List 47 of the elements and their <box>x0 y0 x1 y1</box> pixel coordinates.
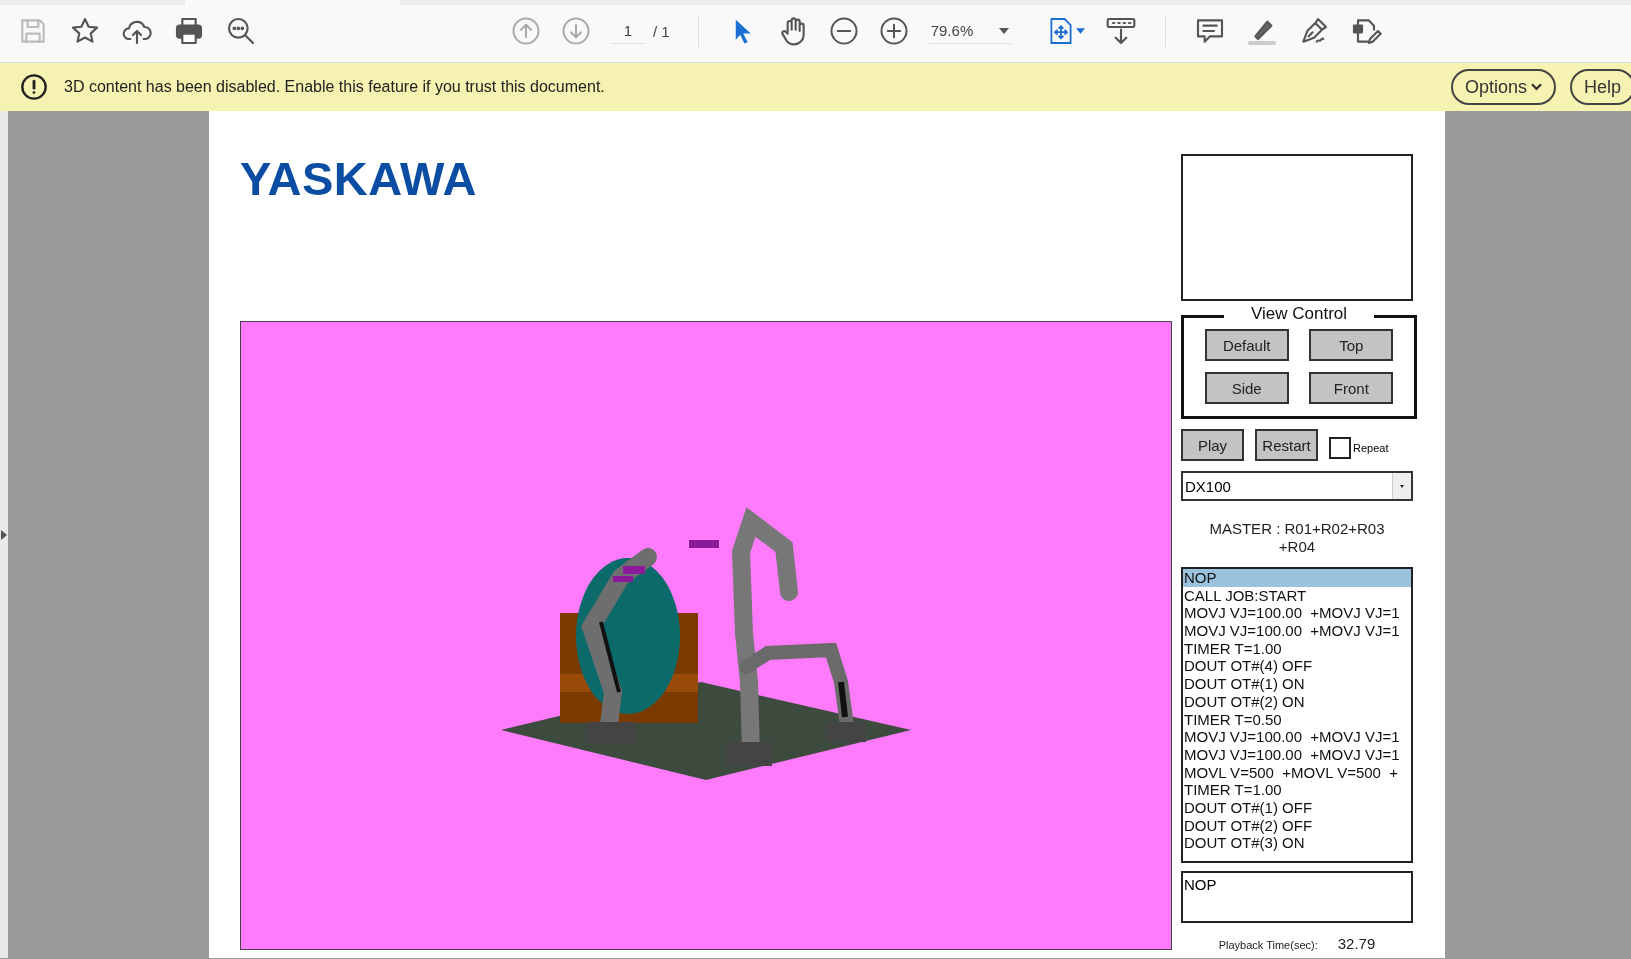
play-button[interactable]: Play <box>1181 429 1244 461</box>
view-button[interactable]: Default <box>1204 329 1289 361</box>
job-line[interactable]: DOUT OT#(2) ON <box>1183 692 1411 711</box>
help-button[interactable]: Help <box>1569 69 1631 105</box>
job-line[interactable]: DOUT OT#(1) OFF <box>1183 798 1411 817</box>
job-line[interactable]: DOUT OT#(2) OFF <box>1183 816 1411 835</box>
zoom-in-icon[interactable] <box>878 16 909 46</box>
job-line[interactable]: TIMER T=1.00 <box>1183 639 1411 658</box>
scroll-mode-icon[interactable] <box>1104 15 1137 47</box>
zoom-dropdown[interactable]: 79.6% <box>928 18 1011 44</box>
job-line[interactable]: DOUT OT#(4) OFF <box>1183 657 1411 676</box>
caret-icon <box>998 27 1009 34</box>
job-line[interactable]: MOVL V=500 +MOVL V=500 + <box>1183 763 1411 782</box>
repeat-checkbox[interactable] <box>1329 437 1351 459</box>
view-button[interactable]: Side <box>1204 372 1289 404</box>
company-logo: YASKAWA <box>240 151 477 206</box>
zoom-search-icon[interactable] <box>225 15 257 47</box>
job-line[interactable]: MOVJ VJ=100.00 +MOVJ VJ=1 <box>1183 745 1411 764</box>
job-line[interactable]: DOUT OT#(1) ON <box>1183 675 1411 693</box>
zoom-out-icon[interactable] <box>828 16 859 46</box>
current-line-field: NOP <box>1181 871 1413 923</box>
job-line[interactable]: DOUT OT#(3) ON <box>1183 834 1411 852</box>
restart-button[interactable]: Restart <box>1255 429 1318 461</box>
view-button[interactable]: Top <box>1309 329 1394 361</box>
notification-message: 3D content has been disabled. Enable this feature if you trust this document. <box>64 78 605 96</box>
job-line[interactable]: TIMER T=1.00 <box>1183 781 1411 799</box>
chevron-icon <box>1530 83 1542 91</box>
print-icon[interactable] <box>173 15 205 47</box>
job-line[interactable]: CALL JOB:START <box>1183 586 1411 605</box>
job-line[interactable]: MOVJ VJ=100.00 +MOVJ VJ=1 <box>1183 622 1411 640</box>
view-button[interactable]: Front <box>1309 372 1394 404</box>
fit-page-icon[interactable] <box>1048 16 1085 46</box>
job-list[interactable] <box>1181 567 1413 863</box>
job-line[interactable]: MOVJ VJ=100.00 +MOVJ VJ=1 <box>1183 604 1411 623</box>
job-line[interactable]: TIMER T=0.50 <box>1183 710 1411 729</box>
master-label: MASTER : R01+R02+R03 +R04 <box>1208 520 1386 556</box>
alert-icon <box>20 73 48 101</box>
expand-panel-icon[interactable] <box>0 528 8 541</box>
playback-time-value: 32.79 <box>1337 935 1376 952</box>
options-button[interactable]: Options <box>1450 69 1556 105</box>
dropdown-icon <box>1400 484 1404 488</box>
controller-dropdown[interactable]: DX100 <box>1181 471 1413 501</box>
page-total: / 1 <box>653 22 670 40</box>
repeat-label: Repeat <box>1353 442 1389 454</box>
job-line[interactable]: MOVJ VJ=100.00 +MOVJ VJ=1 <box>1183 728 1411 746</box>
playback-time-label: Playback Time(sec): <box>1218 939 1318 951</box>
page-number-field[interactable]: 1 <box>611 18 645 44</box>
